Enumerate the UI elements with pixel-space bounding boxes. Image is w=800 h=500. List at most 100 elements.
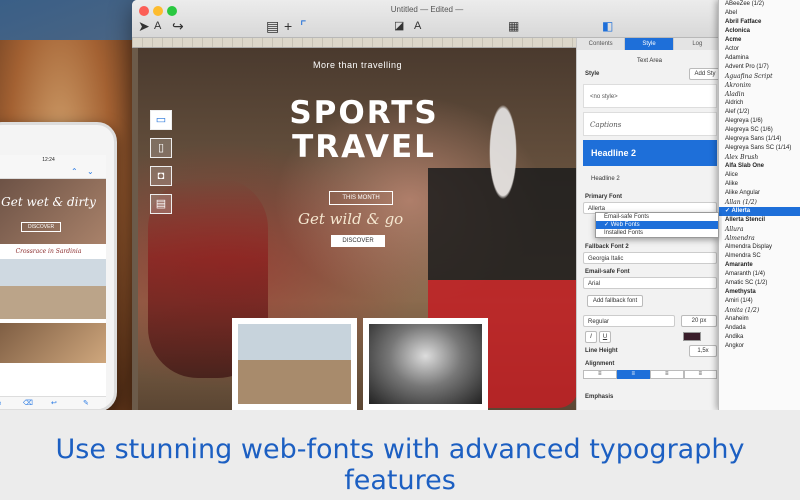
text-area-label: Text Area bbox=[637, 58, 663, 64]
compose-icon[interactable]: ✎ bbox=[83, 399, 89, 407]
underline-toggle[interactable]: U bbox=[599, 331, 611, 343]
font-list-item[interactable]: Alice bbox=[719, 171, 800, 180]
phone-status-bar: 12:24 bbox=[0, 155, 106, 165]
discover-button[interactable]: DISCOVER bbox=[331, 235, 385, 247]
align-left-button[interactable]: ≡ bbox=[583, 370, 617, 379]
image-icon[interactable]: ◪ bbox=[394, 18, 404, 34]
add-fallback-font-button[interactable]: Add fallback font bbox=[587, 295, 643, 307]
font-list-item[interactable]: Angkor bbox=[719, 342, 800, 351]
align-center-button[interactable]: ≡ bbox=[616, 370, 650, 379]
font-list-item[interactable]: Amita (1/2) bbox=[719, 306, 800, 315]
phone-hero-title: Get wet & dirty bbox=[1, 195, 96, 209]
inspector-tabs: Contents Style Log bbox=[577, 38, 722, 50]
font-list-item[interactable]: Anaheim bbox=[719, 315, 800, 324]
font-list-item[interactable]: ABeeZee (1/2) bbox=[719, 0, 800, 9]
hero-subtitle[interactable]: More than travelling bbox=[313, 60, 402, 70]
font-list-item[interactable]: Andada bbox=[719, 324, 800, 333]
font-list-item[interactable]: Alfa Slab One bbox=[719, 162, 800, 171]
phone-discover-button[interactable]: DISCOVER bbox=[21, 222, 61, 232]
font-list-item[interactable]: Aldrich bbox=[719, 99, 800, 108]
watch-preview-icon[interactable]: ◘ bbox=[150, 166, 172, 186]
align-justify-button[interactable]: ≡ bbox=[683, 370, 717, 379]
tab-style[interactable]: Style bbox=[625, 38, 674, 50]
font-list-item[interactable]: Amaranth (1/4) bbox=[719, 270, 800, 279]
chevron-up-icon[interactable]: ⌃ bbox=[71, 167, 78, 176]
font-list-item[interactable]: ✓ Allerta bbox=[719, 207, 800, 216]
font-list-item[interactable]: Akronim bbox=[719, 81, 800, 90]
phone-caption: Crossrace in Sardinia bbox=[15, 248, 82, 255]
add-style-button[interactable]: Add Sty bbox=[689, 68, 721, 80]
font-list-item[interactable]: Allura bbox=[719, 225, 800, 234]
font-list-item[interactable]: Allan (1/2) bbox=[719, 198, 800, 207]
plus-icon[interactable]: + bbox=[284, 18, 292, 34]
grid-icon[interactable]: ▦ bbox=[508, 18, 519, 34]
font-list-item[interactable]: Adamina bbox=[719, 54, 800, 63]
font-list-item[interactable]: Abril Fatface bbox=[719, 18, 800, 27]
phone-toolbar: ▭ ⌫ ↩ ✎ bbox=[0, 396, 106, 409]
font-list-item[interactable]: Almendra SC bbox=[719, 252, 800, 261]
phone-hero: Get wet & dirty DISCOVER bbox=[0, 179, 106, 244]
font-list-item[interactable]: Acme bbox=[719, 36, 800, 45]
font-list-item[interactable]: Amiri (1/4) bbox=[719, 297, 800, 306]
layout-icon[interactable]: ▤ bbox=[266, 18, 279, 34]
design-canvas[interactable]: ▭ ▯ ◘ ▤ More than travelling SPORTS TRAV… bbox=[138, 48, 576, 410]
font-list-item[interactable]: Alegreya Sans SC (1/14) bbox=[719, 144, 800, 153]
font-list-item[interactable]: Alike Angular bbox=[719, 189, 800, 198]
font-list-item[interactable]: Alegreya SC (1/6) bbox=[719, 126, 800, 135]
motocross-thumbnail[interactable] bbox=[232, 318, 357, 410]
font-list-item[interactable]: Abel bbox=[719, 9, 800, 18]
font-list-item[interactable]: Actor bbox=[719, 45, 800, 54]
font-list-item[interactable]: Aladin bbox=[719, 90, 800, 99]
no-style-option[interactable]: <no style> bbox=[583, 84, 717, 108]
popup-installed-fonts[interactable]: Installed Fonts bbox=[596, 229, 718, 237]
phone-preview-icon[interactable]: ▯ bbox=[150, 138, 172, 158]
desktop-preview-icon[interactable]: ▭ bbox=[150, 110, 172, 130]
font-list-item[interactable]: Andika bbox=[719, 333, 800, 342]
tagline[interactable]: Get wild & go bbox=[298, 210, 403, 228]
captions-style-option[interactable]: Captions bbox=[583, 112, 717, 136]
align-right-button[interactable]: ≡ bbox=[650, 370, 684, 379]
chevron-down-icon[interactable]: ⌄ bbox=[87, 167, 94, 176]
share-icon[interactable]: ↪ bbox=[172, 18, 184, 34]
text-icon[interactable]: A bbox=[414, 18, 421, 34]
kayak-thumbnail[interactable] bbox=[363, 318, 488, 410]
layout-preview-icon[interactable]: ▤ bbox=[150, 194, 172, 214]
font-list-item[interactable]: Allerta Stencil bbox=[719, 216, 800, 225]
reply-icon[interactable]: ↩ bbox=[51, 399, 57, 407]
font-list-item[interactable]: Alex Brush bbox=[719, 153, 800, 162]
hero-title[interactable]: SPORTS TRAVEL bbox=[284, 96, 444, 164]
font-list-item[interactable]: Advent Pro (1/7) bbox=[719, 63, 800, 72]
headline-2-style-option[interactable]: Headline 2 bbox=[583, 140, 717, 166]
font-list-item[interactable]: Amatic SC (1/2) bbox=[719, 279, 800, 288]
style-label: Style bbox=[585, 71, 600, 77]
sidebar-icon[interactable]: ◧ bbox=[602, 18, 613, 34]
font-list-item[interactable]: Amarante bbox=[719, 261, 800, 270]
email-safe-font-select[interactable]: Arial bbox=[583, 277, 717, 289]
font-list-item[interactable]: Almendra Display bbox=[719, 243, 800, 252]
italic-toggle[interactable]: I bbox=[585, 331, 597, 343]
font-list-item[interactable]: Alegreya (1/6) bbox=[719, 117, 800, 126]
corner-icon[interactable]: ⌜ bbox=[300, 18, 307, 34]
trash-icon[interactable]: ⌫ bbox=[23, 399, 33, 407]
this-month-label[interactable]: THIS MONTH bbox=[329, 191, 393, 205]
popup-web-fonts[interactable]: ✓ Web Fonts bbox=[596, 221, 718, 229]
text-tool-icon[interactable]: A bbox=[154, 18, 161, 34]
font-weight-select[interactable]: Regular bbox=[583, 315, 675, 327]
font-list-item[interactable]: Alike bbox=[719, 180, 800, 189]
font-list-item[interactable]: Alegreya Sans (1/14) bbox=[719, 135, 800, 144]
popup-email-safe-fonts[interactable]: Email-safe Fonts bbox=[596, 213, 718, 221]
phone-nav-bar: ⌃ ⌄ bbox=[0, 165, 106, 179]
text-color-swatch[interactable] bbox=[683, 332, 701, 341]
font-list-item[interactable]: Aguafina Script bbox=[719, 72, 800, 81]
pointer-icon[interactable]: ➤ bbox=[138, 18, 150, 34]
line-height-field[interactable]: 1,5x bbox=[689, 345, 717, 357]
folder-icon[interactable]: ▭ bbox=[0, 399, 2, 407]
fallback-font-select[interactable]: Georgia Italic bbox=[583, 252, 717, 264]
tab-log[interactable]: Log bbox=[673, 38, 722, 50]
font-list-item[interactable]: Alef (1/2) bbox=[719, 108, 800, 117]
font-list-item[interactable]: Amethysta bbox=[719, 288, 800, 297]
font-size-field[interactable]: 20 px bbox=[681, 315, 717, 327]
font-list-item[interactable]: Aclonica bbox=[719, 27, 800, 36]
font-list-item[interactable]: Almendra bbox=[719, 234, 800, 243]
tab-contents[interactable]: Contents bbox=[577, 38, 626, 50]
